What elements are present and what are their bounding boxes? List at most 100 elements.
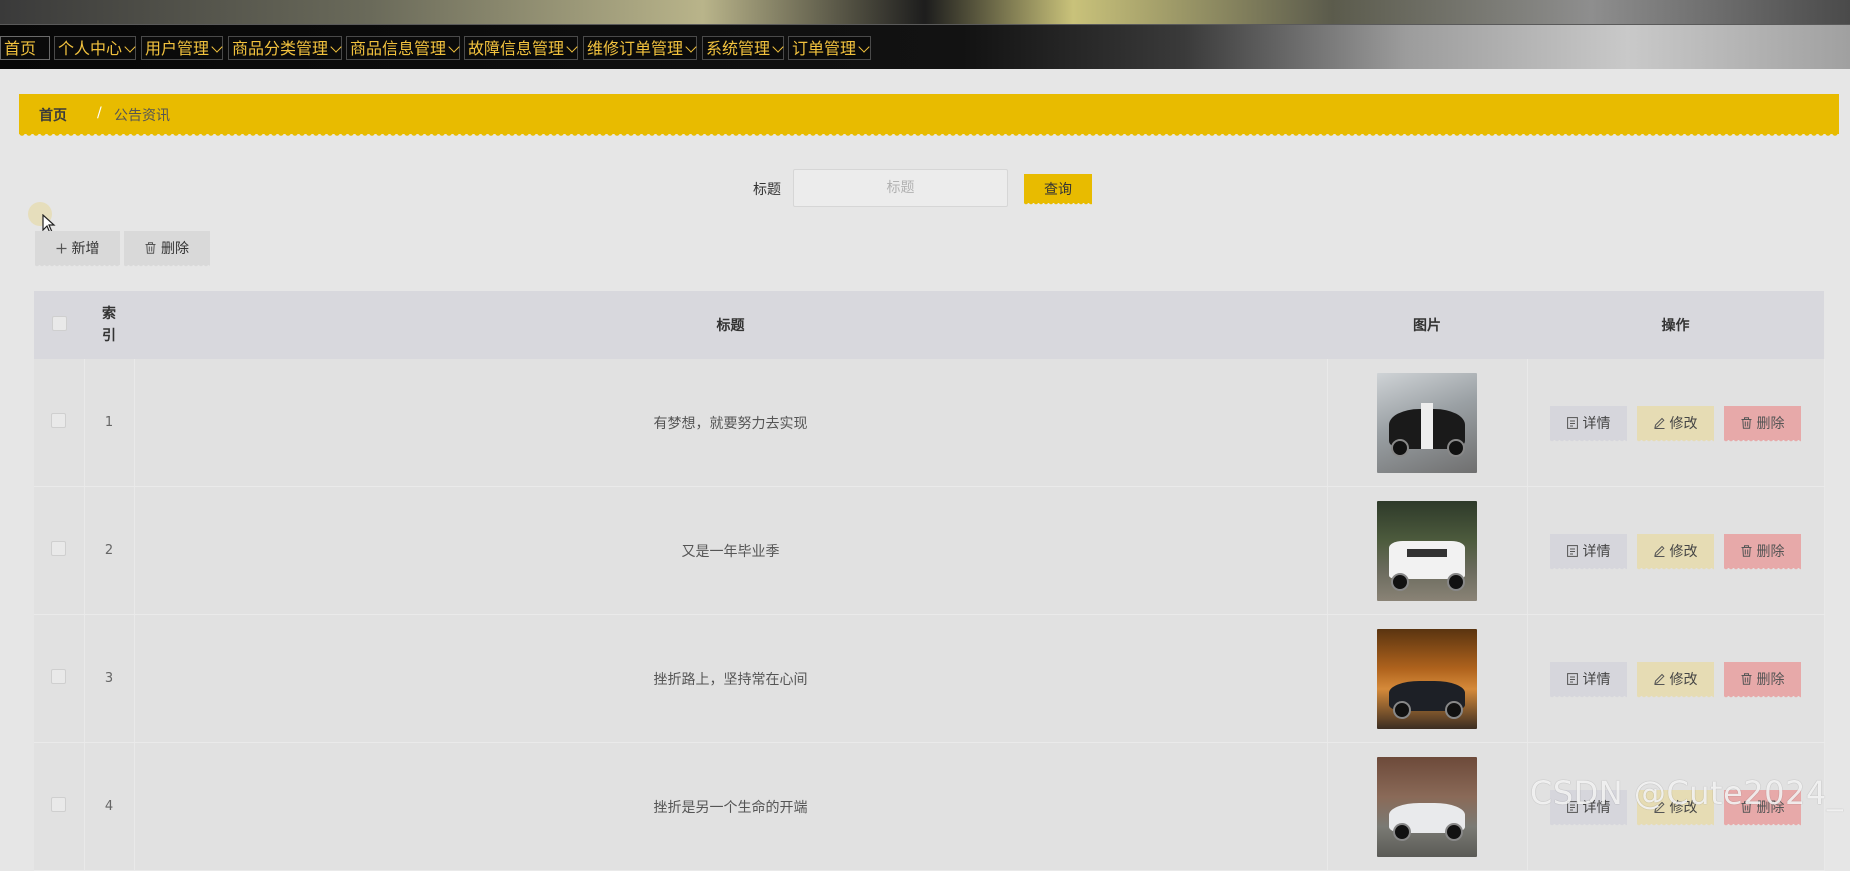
row-image-cell — [1327, 359, 1528, 487]
table-header-row: 索引 标题 图片 操作 — [34, 291, 1824, 359]
chevron-down-icon — [858, 41, 870, 53]
detail-button-label: 详情 — [1582, 671, 1611, 688]
select-all-cell — [34, 291, 84, 359]
row-operation-cell: 详情 修改 删除 — [1527, 614, 1825, 743]
document-icon — [1566, 672, 1578, 685]
column-header-title: 标题 — [134, 291, 1327, 359]
row-title: 挫折路上，坚持常在心间 — [134, 614, 1328, 743]
delete-button-label: 删除 — [1756, 671, 1785, 688]
pencil-icon — [1653, 417, 1665, 429]
trash-icon — [1741, 672, 1751, 685]
trash-icon — [1741, 544, 1751, 557]
row-title: 有梦想，就要努力去实现 — [134, 359, 1328, 487]
pencil-icon — [1653, 545, 1665, 557]
add-button-label: 新增 — [71, 241, 100, 257]
delete-button[interactable]: 删除 — [1724, 533, 1801, 571]
nav-home[interactable]: 首页 — [0, 36, 50, 60]
nav-item-label: 用户管理 — [145, 39, 210, 58]
nav-item-fault-management[interactable]: 故障信息管理 — [464, 36, 578, 60]
nav-home-label: 首页 — [4, 39, 37, 58]
trash-icon — [1741, 416, 1751, 429]
batch-delete-label: 删除 — [161, 241, 189, 257]
row-index: 1 — [84, 359, 135, 487]
nav-item-order-management[interactable]: 订单管理 — [788, 36, 871, 60]
row-title: 又是一年毕业季 — [134, 486, 1328, 615]
main-nav: 首页 个人中心 用户管理 商品分类管理 商品信息管理 故障信息管理 维修订单管理… — [0, 24, 1850, 69]
table-row: 3 挫折路上，坚持常在心间 详情 修改 删除 — [34, 614, 1825, 743]
breadcrumb-home-link[interactable]: 首页 — [39, 105, 67, 125]
index-header-label: 索引 — [102, 306, 116, 344]
top-banner — [0, 0, 1850, 24]
nav-item-label: 故障信息管理 — [468, 39, 565, 58]
chevron-down-icon — [772, 41, 784, 53]
select-all-checkbox[interactable] — [51, 315, 67, 331]
breadcrumb-current: 公告资讯 — [114, 108, 170, 124]
watermark: CSDN @Cute2024_ — [1530, 774, 1844, 812]
chevron-down-icon — [685, 41, 697, 53]
row-index: 3 — [84, 614, 135, 743]
chevron-down-icon — [448, 41, 460, 53]
nav-item-label: 商品分类管理 — [232, 39, 329, 58]
search-input[interactable] — [793, 169, 1008, 207]
delete-button-label: 删除 — [1756, 415, 1785, 432]
breadcrumb-separator: / — [97, 105, 102, 121]
nav-item-label: 商品信息管理 — [350, 39, 447, 58]
edit-button[interactable]: 修改 — [1637, 405, 1714, 443]
table-row: 1 有梦想，就要努力去实现 详情 修改 删除 — [34, 359, 1825, 487]
nav-item-category-management[interactable]: 商品分类管理 — [228, 36, 342, 60]
batch-delete-button[interactable]: 删除 — [124, 231, 210, 268]
row-image-cell — [1327, 614, 1528, 743]
nav-item-system-management[interactable]: 系统管理 — [702, 36, 784, 60]
plus-icon — [56, 243, 66, 253]
nav-item-label: 个人中心 — [58, 39, 123, 58]
document-icon — [1566, 416, 1578, 429]
row-checkbox[interactable] — [51, 413, 67, 428]
detail-button-label: 详情 — [1582, 415, 1611, 432]
nav-item-product-management[interactable]: 商品信息管理 — [346, 36, 460, 60]
chevron-down-icon — [211, 41, 223, 53]
detail-button[interactable]: 详情 — [1550, 533, 1627, 571]
edit-button[interactable]: 修改 — [1637, 533, 1714, 571]
nav-item-user-management[interactable]: 用户管理 — [141, 36, 223, 60]
row-checkbox[interactable] — [51, 669, 67, 684]
nav-item-repair-order-management[interactable]: 维修订单管理 — [583, 36, 697, 60]
edit-button-label: 修改 — [1669, 415, 1698, 432]
pencil-icon — [1653, 673, 1665, 685]
edit-button-label: 修改 — [1669, 671, 1698, 688]
detail-button[interactable]: 详情 — [1550, 661, 1627, 699]
detail-button[interactable]: 详情 — [1550, 405, 1627, 443]
search-label: 标题 — [753, 182, 781, 198]
car-photo-white-suv — [1377, 500, 1477, 601]
breadcrumb: 首页 / 公告资讯 — [19, 94, 1839, 138]
trash-icon — [145, 242, 156, 254]
column-header-operation: 操作 — [1527, 291, 1824, 359]
car-photo-white-sedan — [1377, 756, 1477, 857]
row-title: 挫折是另一个生命的开端 — [134, 742, 1328, 871]
nav-item-label: 系统管理 — [706, 39, 771, 58]
row-index: 2 — [84, 486, 135, 615]
chevron-down-icon — [566, 41, 578, 53]
nav-item-label: 订单管理 — [792, 39, 857, 58]
car-photo-sunset — [1377, 628, 1477, 729]
delete-button[interactable]: 删除 — [1724, 661, 1801, 699]
add-button[interactable]: 新增 — [35, 231, 120, 268]
document-icon — [1566, 544, 1578, 557]
row-checkbox[interactable] — [51, 797, 67, 812]
search-button[interactable]: 查询 — [1024, 174, 1092, 206]
column-header-image: 图片 — [1327, 291, 1527, 359]
row-operation-cell: 详情 修改 删除 — [1527, 486, 1825, 615]
delete-button[interactable]: 删除 — [1724, 405, 1801, 443]
nav-item-personal-center[interactable]: 个人中心 — [54, 36, 136, 60]
chevron-down-icon — [330, 41, 342, 53]
car-photo-black-stripe — [1377, 372, 1477, 473]
chevron-down-icon — [124, 41, 136, 53]
edit-button[interactable]: 修改 — [1637, 661, 1714, 699]
edit-button-label: 修改 — [1669, 543, 1698, 560]
table-row: 2 又是一年毕业季 详情 修改 删除 — [34, 486, 1825, 615]
row-image-cell — [1327, 486, 1528, 615]
row-index: 4 — [84, 742, 135, 871]
row-checkbox[interactable] — [51, 541, 67, 556]
row-image-cell — [1327, 742, 1528, 871]
row-operation-cell: 详情 修改 删除 — [1527, 359, 1825, 487]
nav-item-label: 维修订单管理 — [587, 39, 684, 58]
